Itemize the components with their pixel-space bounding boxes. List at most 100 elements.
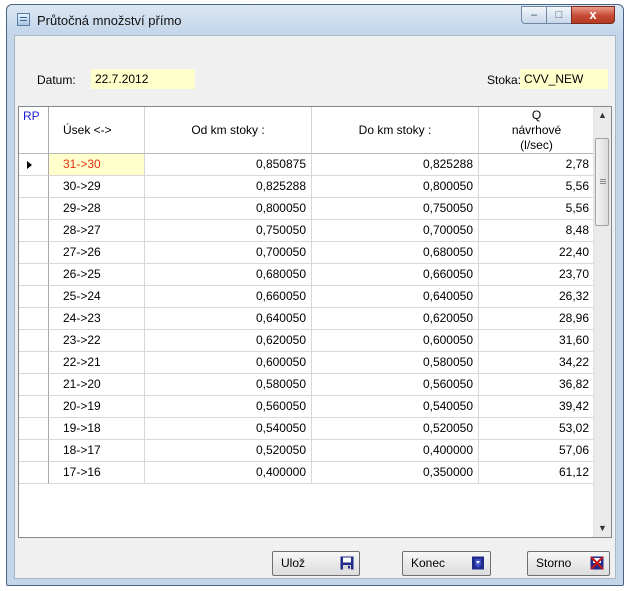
cell-do-km[interactable]: 0,350000 xyxy=(312,462,479,484)
cell-do-km[interactable]: 0,600050 xyxy=(312,330,479,352)
datum-field[interactable]: 22.7.2012 xyxy=(91,69,195,89)
table-row[interactable]: 17->16 0,400000 0,350000 61,12 xyxy=(19,462,595,484)
cell-do-km[interactable]: 0,640050 xyxy=(312,286,479,308)
column-header-usek[interactable]: Úsek <-> xyxy=(49,107,145,154)
cell-q-navrhove[interactable]: 5,56 xyxy=(479,176,595,198)
table-row[interactable]: 18->17 0,520050 0,400000 57,06 xyxy=(19,440,595,462)
row-header-cell[interactable] xyxy=(19,374,49,396)
minimize-button[interactable]: – xyxy=(521,6,547,24)
cell-q-navrhove[interactable]: 8,48 xyxy=(479,220,595,242)
save-button[interactable]: Ulož xyxy=(272,551,360,576)
cell-od-km[interactable]: 0,620050 xyxy=(145,330,312,352)
table-row[interactable]: 30->29 0,825288 0,800050 5,56 xyxy=(19,176,595,198)
cell-od-km[interactable]: 0,680050 xyxy=(145,264,312,286)
cell-od-km[interactable]: 0,640050 xyxy=(145,308,312,330)
cell-usek[interactable]: 29->28 xyxy=(49,198,145,220)
scroll-down-arrow-icon[interactable]: ▼ xyxy=(594,520,611,537)
cell-do-km[interactable]: 0,520050 xyxy=(312,418,479,440)
column-header-q-navrhove[interactable]: Q návrhové (l/sec) xyxy=(479,107,595,154)
cell-do-km[interactable]: 0,580050 xyxy=(312,352,479,374)
cell-q-navrhove[interactable]: 61,12 xyxy=(479,462,595,484)
table-row[interactable]: 23->22 0,620050 0,600050 31,60 xyxy=(19,330,595,352)
cell-usek[interactable]: 23->22 xyxy=(49,330,145,352)
vertical-scrollbar[interactable]: ▲ ▼ xyxy=(593,107,611,537)
row-header-cell[interactable] xyxy=(19,264,49,286)
cell-q-navrhove[interactable]: 53,02 xyxy=(479,418,595,440)
table-row[interactable]: 22->21 0,600050 0,580050 34,22 xyxy=(19,352,595,374)
cell-usek[interactable]: 26->25 xyxy=(49,264,145,286)
cell-od-km[interactable]: 0,800050 xyxy=(145,198,312,220)
cell-od-km[interactable]: 0,560050 xyxy=(145,396,312,418)
cell-q-navrhove[interactable]: 2,78 xyxy=(479,154,595,176)
table-row[interactable]: 20->19 0,560050 0,540050 39,42 xyxy=(19,396,595,418)
cell-do-km[interactable]: 0,660050 xyxy=(312,264,479,286)
row-header-cell[interactable] xyxy=(19,418,49,440)
konec-button[interactable]: Konec xyxy=(402,551,491,576)
cell-od-km[interactable]: 0,400000 xyxy=(145,462,312,484)
cell-usek[interactable]: 28->27 xyxy=(49,220,145,242)
cell-do-km[interactable]: 0,825288 xyxy=(312,154,479,176)
cell-usek[interactable]: 27->26 xyxy=(49,242,145,264)
cell-usek[interactable]: 22->21 xyxy=(49,352,145,374)
cell-od-km[interactable]: 0,520050 xyxy=(145,440,312,462)
row-header-cell[interactable] xyxy=(19,440,49,462)
cell-q-navrhove[interactable]: 31,60 xyxy=(479,330,595,352)
cell-q-navrhove[interactable]: 39,42 xyxy=(479,396,595,418)
cell-usek[interactable]: 18->17 xyxy=(49,440,145,462)
close-window-button[interactable]: x xyxy=(571,6,615,24)
row-header-cell[interactable] xyxy=(19,242,49,264)
cell-q-navrhove[interactable]: 36,82 xyxy=(479,374,595,396)
table-row[interactable]: 24->23 0,640050 0,620050 28,96 xyxy=(19,308,595,330)
cell-od-km[interactable]: 0,700050 xyxy=(145,242,312,264)
cell-do-km[interactable]: 0,560050 xyxy=(312,374,479,396)
cell-usek[interactable]: 17->16 xyxy=(49,462,145,484)
table-row[interactable]: 28->27 0,750050 0,700050 8,48 xyxy=(19,220,595,242)
cell-usek[interactable]: 24->23 xyxy=(49,308,145,330)
cell-od-km[interactable]: 0,825288 xyxy=(145,176,312,198)
table-row[interactable]: 21->20 0,580050 0,560050 36,82 xyxy=(19,374,595,396)
cell-do-km[interactable]: 0,750050 xyxy=(312,198,479,220)
maximize-button[interactable]: □ xyxy=(546,6,572,24)
row-header-cell[interactable] xyxy=(19,154,49,176)
row-header-cell[interactable] xyxy=(19,462,49,484)
row-header-cell[interactable] xyxy=(19,352,49,374)
row-header-cell[interactable] xyxy=(19,220,49,242)
column-header-do-km[interactable]: Do km stoky : xyxy=(312,107,479,154)
cell-q-navrhove[interactable]: 26,32 xyxy=(479,286,595,308)
table-row[interactable]: 31->30 0,850875 0,825288 2,78 xyxy=(19,154,595,176)
cell-od-km[interactable]: 0,660050 xyxy=(145,286,312,308)
cell-q-navrhove[interactable]: 57,06 xyxy=(479,440,595,462)
row-header-cell[interactable] xyxy=(19,286,49,308)
cell-od-km[interactable]: 0,850875 xyxy=(145,154,312,176)
column-header-od-km[interactable]: Od km stoky : xyxy=(145,107,312,154)
cell-do-km[interactable]: 0,700050 xyxy=(312,220,479,242)
cell-q-navrhove[interactable]: 28,96 xyxy=(479,308,595,330)
stoka-field[interactable]: CVV_NEW xyxy=(520,69,608,89)
cell-usek[interactable]: 21->20 xyxy=(49,374,145,396)
cell-q-navrhove[interactable]: 34,22 xyxy=(479,352,595,374)
cell-q-navrhove[interactable]: 5,56 xyxy=(479,198,595,220)
table-row[interactable]: 29->28 0,800050 0,750050 5,56 xyxy=(19,198,595,220)
cell-do-km[interactable]: 0,620050 xyxy=(312,308,479,330)
cell-q-navrhove[interactable]: 22,40 xyxy=(479,242,595,264)
cell-do-km[interactable]: 0,680050 xyxy=(312,242,479,264)
cell-od-km[interactable]: 0,540050 xyxy=(145,418,312,440)
cell-do-km[interactable]: 0,540050 xyxy=(312,396,479,418)
scroll-thumb[interactable] xyxy=(595,138,609,226)
row-header-cell[interactable] xyxy=(19,330,49,352)
cell-od-km[interactable]: 0,580050 xyxy=(145,374,312,396)
flow-table[interactable]: RP Úsek <-> Od km stoky : Do km stoky : … xyxy=(18,106,612,538)
cell-usek[interactable]: 19->18 xyxy=(49,418,145,440)
scroll-up-arrow-icon[interactable]: ▲ xyxy=(594,107,611,124)
row-header-cell[interactable] xyxy=(19,308,49,330)
cell-usek[interactable]: 31->30 xyxy=(49,154,145,176)
title-bar[interactable]: Průtočná množství přímo – □ x xyxy=(7,5,623,35)
table-row[interactable]: 19->18 0,540050 0,520050 53,02 xyxy=(19,418,595,440)
table-row[interactable]: 25->24 0,660050 0,640050 26,32 xyxy=(19,286,595,308)
cell-usek[interactable]: 25->24 xyxy=(49,286,145,308)
cell-od-km[interactable]: 0,600050 xyxy=(145,352,312,374)
table-row[interactable]: 27->26 0,700050 0,680050 22,40 xyxy=(19,242,595,264)
cell-do-km[interactable]: 0,400000 xyxy=(312,440,479,462)
row-header-cell[interactable] xyxy=(19,198,49,220)
cell-usek[interactable]: 30->29 xyxy=(49,176,145,198)
